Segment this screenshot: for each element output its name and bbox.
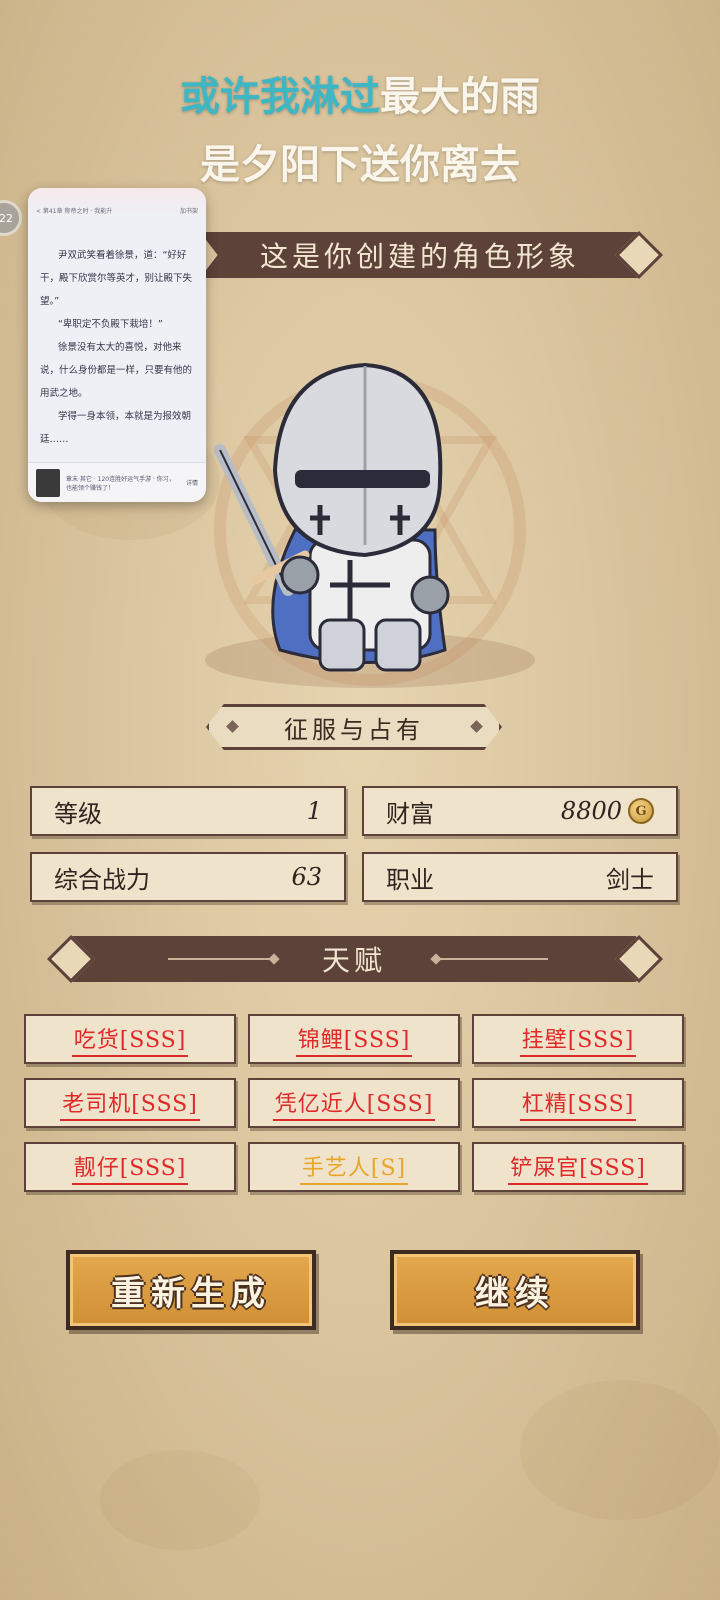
ad-text: 章末·其它 · 120连胜好运气手游 · 你习，也能领个赚钱了！ bbox=[66, 475, 175, 492]
talent-card[interactable]: 靓仔[SSS] bbox=[24, 1142, 236, 1192]
character-class-label: 征服与占有 bbox=[284, 715, 424, 744]
talent-label: 手艺人[S] bbox=[299, 1150, 409, 1185]
coin-icon: G bbox=[628, 798, 654, 824]
ad-thumbnail bbox=[36, 468, 60, 497]
stat-wealth-value: 8800 bbox=[560, 797, 622, 825]
talent-label: 锦鲤[SSS] bbox=[295, 1022, 413, 1057]
stat-wealth-value-group: 8800 G bbox=[561, 797, 654, 825]
talent-card[interactable]: 铲屎官[SSS] bbox=[472, 1142, 684, 1192]
stat-power-value: 63 bbox=[291, 863, 322, 891]
banner-divider-line bbox=[440, 958, 548, 960]
title-banner: 这是你创建的角色形象 bbox=[200, 232, 640, 278]
stat-job-label: 职业 bbox=[386, 865, 434, 894]
stat-wealth-label: 财富 bbox=[386, 799, 434, 828]
stat-level-label: 等级 bbox=[54, 799, 102, 828]
stat-level-card: 等级 1 bbox=[30, 786, 346, 836]
reader-body: 尹双武笑看着徐景，道：“好好干，殿下欣赏尔等英才，别让殿下失望。” “卑职定不负… bbox=[40, 244, 196, 451]
talent-card[interactable]: 老司机[SSS] bbox=[24, 1078, 236, 1128]
talent-label: 老司机[SSS] bbox=[60, 1086, 200, 1121]
talent-card[interactable]: 杠精[SSS] bbox=[472, 1078, 684, 1128]
banner-divider-line bbox=[168, 958, 276, 960]
stat-wealth-card: 财富 8800 G bbox=[362, 786, 678, 836]
reader-paragraph: 徐景没有太大的喜悦，对他来说，什么身份都是一样，只要有他的用武之地。 bbox=[40, 342, 193, 399]
talent-label: 挂壁[SSS] bbox=[519, 1022, 637, 1057]
talent-card[interactable]: 锦鲤[SSS] bbox=[248, 1014, 460, 1064]
talent-card[interactable]: 凭亿近人[SSS] bbox=[248, 1078, 460, 1128]
lyric-line-2: 是夕阳下送你离去 bbox=[200, 142, 520, 188]
floating-reader-window[interactable]: < 第41章 称帝之时 · 我能升 加书架 尹双武笑看着徐景，道：“好好干，殿下… bbox=[28, 188, 206, 502]
knight-character-illustration bbox=[205, 362, 535, 688]
reader-paragraph: “卑职定不负殿下栽培！” bbox=[58, 319, 163, 330]
talent-card[interactable]: 吃货[SSS] bbox=[24, 1014, 236, 1064]
reader-paragraph: 学得一身本领，本就是为报效朝廷…… bbox=[40, 411, 192, 445]
stat-power-card: 综合战力 63 bbox=[30, 852, 346, 902]
reader-header-title[interactable]: < 第41章 称帝之时 · 我能升 bbox=[36, 206, 112, 218]
talent-label: 靓仔[SSS] bbox=[71, 1150, 189, 1185]
lyric-rest: 最大的雨 bbox=[380, 74, 540, 120]
stat-power-label: 综合战力 bbox=[54, 865, 150, 894]
stat-job-value: 剑士 bbox=[606, 865, 654, 894]
talent-label: 杠精[SSS] bbox=[519, 1086, 637, 1121]
talent-label: 铲屎官[SSS] bbox=[508, 1150, 648, 1185]
reader-header: < 第41章 称帝之时 · 我能升 加书架 bbox=[28, 188, 206, 218]
reader-paragraph: 尹双武笑看着徐景，道：“好好干，殿下欣赏尔等英才，别让殿下失望。” bbox=[40, 250, 193, 307]
character-class-plate: 征服与占有 bbox=[206, 704, 502, 750]
reader-ad-bar[interactable]: 章末·其它 · 120连胜好运气手游 · 你习，也能领个赚钱了！ 详情 bbox=[28, 462, 206, 502]
stat-job-card: 职业 剑士 bbox=[362, 852, 678, 902]
floating-ball-badge[interactable]: 22 bbox=[0, 200, 22, 236]
stat-level-value: 1 bbox=[306, 797, 322, 825]
reader-add-shelf-button[interactable]: 加书架 bbox=[180, 206, 198, 218]
talent-card[interactable]: 挂壁[SSS] bbox=[472, 1014, 684, 1064]
talents-banner: 天赋 bbox=[48, 936, 660, 982]
talent-label: 吃货[SSS] bbox=[71, 1022, 189, 1057]
lyric-line-1: 或许我淋过最大的雨 bbox=[0, 64, 720, 122]
background-stain bbox=[100, 1450, 260, 1550]
background-stain bbox=[520, 1380, 720, 1520]
continue-button[interactable]: 继续 bbox=[390, 1250, 640, 1330]
lyric-highlight: 或许我淋过 bbox=[180, 74, 380, 120]
talent-label: 凭亿近人[SSS] bbox=[272, 1086, 436, 1121]
regenerate-button[interactable]: 重新生成 bbox=[66, 1250, 316, 1330]
talent-card[interactable]: 手艺人[S] bbox=[248, 1142, 460, 1192]
ad-detail-button[interactable]: 详情 bbox=[186, 478, 198, 487]
talents-title: 天赋 bbox=[321, 944, 386, 977]
